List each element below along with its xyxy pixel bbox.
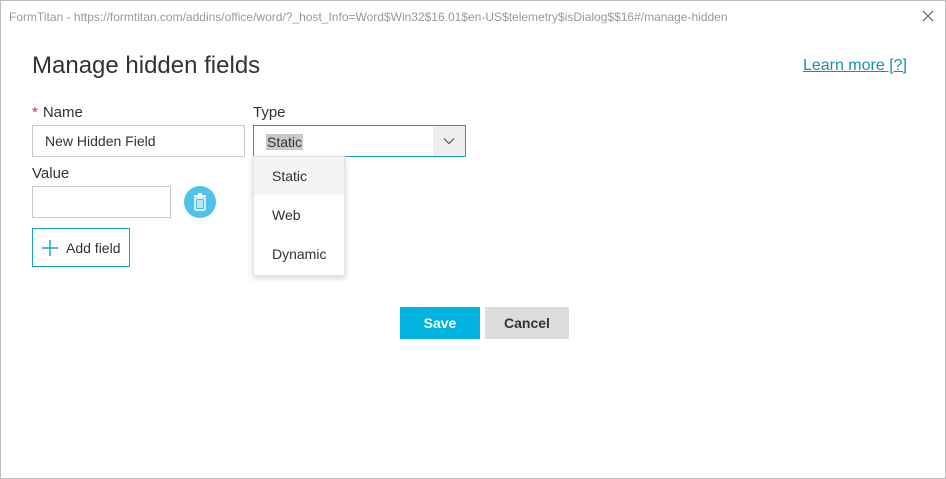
name-label-text: Name: [42, 104, 83, 121]
required-marker: *: [32, 104, 38, 121]
value-field[interactable]: [32, 186, 171, 218]
type-select-toggle[interactable]: [433, 126, 465, 156]
delete-field-button[interactable]: [184, 186, 216, 218]
type-dropdown-list: Static Web Dynamic: [253, 156, 345, 276]
learn-more-link[interactable]: Learn more [?]: [803, 57, 907, 75]
save-button[interactable]: Save: [400, 307, 480, 339]
chevron-down-icon: [443, 138, 455, 145]
type-selected-value: Static: [266, 134, 304, 150]
cancel-button[interactable]: Cancel: [485, 307, 569, 339]
page-title: Manage hidden fields: [32, 52, 261, 79]
value-label: Value: [32, 165, 70, 182]
add-field-button[interactable]: Add field: [32, 228, 130, 267]
name-field[interactable]: [32, 125, 245, 157]
title-bar: FormTitan - https://formtitan.com/addins…: [1, 1, 945, 32]
type-option-static[interactable]: Static: [254, 157, 344, 195]
close-icon[interactable]: [919, 7, 937, 25]
window-title: FormTitan - https://formtitan.com/addins…: [9, 10, 728, 24]
add-field-label: Add field: [66, 240, 121, 256]
type-select[interactable]: Static: [253, 125, 466, 157]
type-label: Type: [253, 104, 286, 121]
type-option-dynamic[interactable]: Dynamic: [254, 235, 344, 273]
trash-icon: [194, 193, 206, 211]
plus-icon: [42, 240, 58, 256]
name-label: * Name: [32, 104, 83, 121]
type-option-web[interactable]: Web: [254, 196, 344, 234]
dialog-window: FormTitan - https://formtitan.com/addins…: [0, 0, 946, 479]
